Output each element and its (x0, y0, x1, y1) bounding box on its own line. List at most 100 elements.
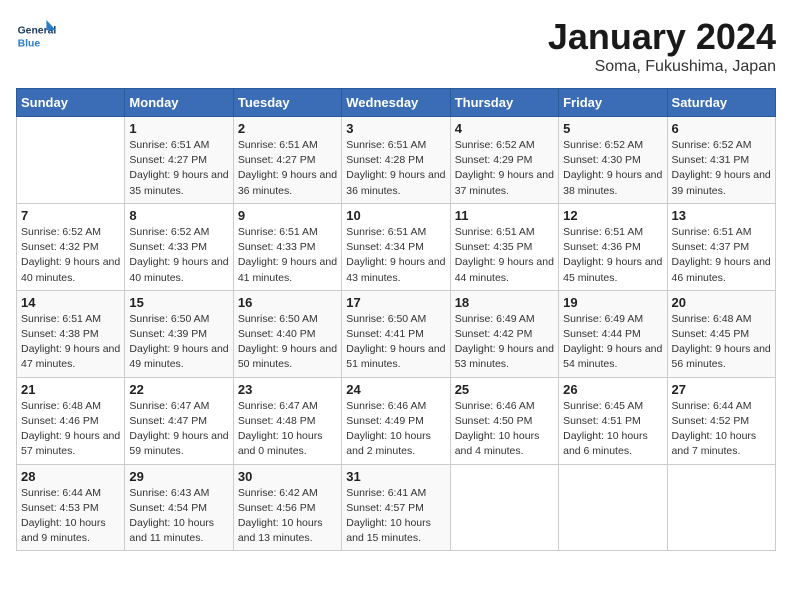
calendar-week-5: 28 Sunrise: 6:44 AMSunset: 4:53 PMDayligh… (17, 464, 776, 551)
calendar-cell: 12 Sunrise: 6:51 AMSunset: 4:36 PMDayligh… (559, 203, 667, 290)
day-number: 10 (346, 208, 445, 223)
day-info: Sunrise: 6:43 AMSunset: 4:54 PMDaylight:… (129, 486, 228, 547)
day-info: Sunrise: 6:50 AMSunset: 4:40 PMDaylight:… (238, 312, 337, 373)
calendar-cell: 6 Sunrise: 6:52 AMSunset: 4:31 PMDaylight… (667, 117, 775, 204)
calendar-cell: 25 Sunrise: 6:46 AMSunset: 4:50 PMDayligh… (450, 377, 558, 464)
calendar-cell: 27Sunrise: 6:44 AMSunset: 4:52 PMDayligh… (667, 377, 775, 464)
day-info: Sunrise: 6:50 AMSunset: 4:41 PMDaylight:… (346, 312, 445, 373)
day-number: 11 (455, 208, 554, 223)
calendar-cell: 21Sunrise: 6:48 AMSunset: 4:46 PMDayligh… (17, 377, 125, 464)
header-wednesday: Wednesday (342, 89, 450, 117)
day-info: Sunrise: 6:51 AMSunset: 4:27 PMDaylight:… (238, 138, 337, 199)
title-block: January 2024 Soma, Fukushima, Japan (548, 16, 776, 76)
day-number: 3 (346, 121, 445, 136)
calendar-cell: 4 Sunrise: 6:52 AMSunset: 4:29 PMDaylight… (450, 117, 558, 204)
calendar-cell (450, 464, 558, 551)
day-number: 16 (238, 295, 337, 310)
page-header: General Blue January 2024 Soma, Fukushim… (16, 16, 776, 76)
day-number: 15 (129, 295, 228, 310)
day-number: 27 (672, 382, 771, 397)
day-info: Sunrise: 6:44 AMSunset: 4:53 PMDaylight:… (21, 486, 120, 547)
calendar-cell: 20 Sunrise: 6:48 AMSunset: 4:45 PMDayligh… (667, 290, 775, 377)
day-info: Sunrise: 6:48 AMSunset: 4:46 PMDaylight:… (21, 399, 120, 460)
calendar-cell: 7 Sunrise: 6:52 AMSunset: 4:32 PMDaylight… (17, 203, 125, 290)
day-info: Sunrise: 6:51 AMSunset: 4:34 PMDaylight:… (346, 225, 445, 286)
day-info: Sunrise: 6:52 AMSunset: 4:30 PMDaylight:… (563, 138, 662, 199)
day-number: 4 (455, 121, 554, 136)
calendar-cell: 22 Sunrise: 6:47 AMSunset: 4:47 PMDayligh… (125, 377, 233, 464)
calendar-cell: 2 Sunrise: 6:51 AMSunset: 4:27 PMDaylight… (233, 117, 341, 204)
month-title: January 2024 (548, 16, 776, 58)
calendar-cell: 5Sunrise: 6:52 AMSunset: 4:30 PMDaylight… (559, 117, 667, 204)
calendar-cell: 30 Sunrise: 6:42 AMSunset: 4:56 PMDayligh… (233, 464, 341, 551)
day-number: 12 (563, 208, 662, 223)
calendar-cell: 10 Sunrise: 6:51 AMSunset: 4:34 PMDayligh… (342, 203, 450, 290)
calendar-cell: 14Sunrise: 6:51 AMSunset: 4:38 PMDayligh… (17, 290, 125, 377)
calendar-cell: 31 Sunrise: 6:41 AMSunset: 4:57 PMDayligh… (342, 464, 450, 551)
calendar-cell: 11Sunrise: 6:51 AMSunset: 4:35 PMDayligh… (450, 203, 558, 290)
day-number: 13 (672, 208, 771, 223)
day-info: Sunrise: 6:48 AMSunset: 4:45 PMDaylight:… (672, 312, 771, 373)
day-number: 29 (129, 469, 228, 484)
day-number: 30 (238, 469, 337, 484)
calendar-cell (559, 464, 667, 551)
calendar-cell: 23Sunrise: 6:47 AMSunset: 4:48 PMDayligh… (233, 377, 341, 464)
day-number: 9 (238, 208, 337, 223)
day-info: Sunrise: 6:51 AMSunset: 4:37 PMDaylight:… (672, 225, 771, 286)
day-info: Sunrise: 6:52 AMSunset: 4:32 PMDaylight:… (21, 225, 120, 286)
calendar-cell: 28 Sunrise: 6:44 AMSunset: 4:53 PMDayligh… (17, 464, 125, 551)
calendar-week-4: 21Sunrise: 6:48 AMSunset: 4:46 PMDayligh… (17, 377, 776, 464)
calendar-cell: 19 Sunrise: 6:49 AMSunset: 4:44 PMDayligh… (559, 290, 667, 377)
calendar-cell: 18 Sunrise: 6:49 AMSunset: 4:42 PMDayligh… (450, 290, 558, 377)
day-info: Sunrise: 6:52 AMSunset: 4:33 PMDaylight:… (129, 225, 228, 286)
day-number: 2 (238, 121, 337, 136)
day-info: Sunrise: 6:42 AMSunset: 4:56 PMDaylight:… (238, 486, 337, 547)
day-info: Sunrise: 6:49 AMSunset: 4:42 PMDaylight:… (455, 312, 554, 373)
calendar-cell: 1Sunrise: 6:51 AMSunset: 4:27 PMDaylight… (125, 117, 233, 204)
day-number: 6 (672, 121, 771, 136)
calendar-cell: 3Sunrise: 6:51 AMSunset: 4:28 PMDaylight… (342, 117, 450, 204)
day-number: 20 (672, 295, 771, 310)
day-number: 22 (129, 382, 228, 397)
calendar-table: Sunday Monday Tuesday Wednesday Thursday… (16, 88, 776, 551)
day-info: Sunrise: 6:51 AMSunset: 4:33 PMDaylight:… (238, 225, 337, 286)
day-info: Sunrise: 6:47 AMSunset: 4:47 PMDaylight:… (129, 399, 228, 460)
day-info: Sunrise: 6:51 AMSunset: 4:36 PMDaylight:… (563, 225, 662, 286)
calendar-cell: 15Sunrise: 6:50 AMSunset: 4:39 PMDayligh… (125, 290, 233, 377)
day-number: 28 (21, 469, 120, 484)
day-number: 14 (21, 295, 120, 310)
day-number: 23 (238, 382, 337, 397)
day-number: 31 (346, 469, 445, 484)
header-monday: Monday (125, 89, 233, 117)
calendar-cell: 17 Sunrise: 6:50 AMSunset: 4:41 PMDayligh… (342, 290, 450, 377)
day-info: Sunrise: 6:51 AMSunset: 4:27 PMDaylight:… (129, 138, 228, 199)
header-friday: Friday (559, 89, 667, 117)
calendar-cell (667, 464, 775, 551)
header-thursday: Thursday (450, 89, 558, 117)
calendar-cell (17, 117, 125, 204)
logo: General Blue (16, 16, 60, 56)
calendar-cell: 13 Sunrise: 6:51 AMSunset: 4:37 PMDayligh… (667, 203, 775, 290)
day-info: Sunrise: 6:45 AMSunset: 4:51 PMDaylight:… (563, 399, 662, 460)
calendar-cell: 26 Sunrise: 6:45 AMSunset: 4:51 PMDayligh… (559, 377, 667, 464)
day-info: Sunrise: 6:52 AMSunset: 4:29 PMDaylight:… (455, 138, 554, 199)
header-saturday: Saturday (667, 89, 775, 117)
day-info: Sunrise: 6:46 AMSunset: 4:49 PMDaylight:… (346, 399, 445, 460)
calendar-header-row: Sunday Monday Tuesday Wednesday Thursday… (17, 89, 776, 117)
calendar-cell: 24Sunrise: 6:46 AMSunset: 4:49 PMDayligh… (342, 377, 450, 464)
day-number: 26 (563, 382, 662, 397)
calendar-cell: 9 Sunrise: 6:51 AMSunset: 4:33 PMDaylight… (233, 203, 341, 290)
svg-text:Blue: Blue (18, 38, 41, 49)
day-number: 19 (563, 295, 662, 310)
header-tuesday: Tuesday (233, 89, 341, 117)
day-number: 25 (455, 382, 554, 397)
day-info: Sunrise: 6:46 AMSunset: 4:50 PMDaylight:… (455, 399, 554, 460)
day-number: 18 (455, 295, 554, 310)
calendar-week-1: 1Sunrise: 6:51 AMSunset: 4:27 PMDaylight… (17, 117, 776, 204)
day-info: Sunrise: 6:52 AMSunset: 4:31 PMDaylight:… (672, 138, 771, 199)
day-info: Sunrise: 6:49 AMSunset: 4:44 PMDaylight:… (563, 312, 662, 373)
day-number: 17 (346, 295, 445, 310)
day-number: 7 (21, 208, 120, 223)
day-info: Sunrise: 6:41 AMSunset: 4:57 PMDaylight:… (346, 486, 445, 547)
calendar-cell: 8Sunrise: 6:52 AMSunset: 4:33 PMDaylight… (125, 203, 233, 290)
